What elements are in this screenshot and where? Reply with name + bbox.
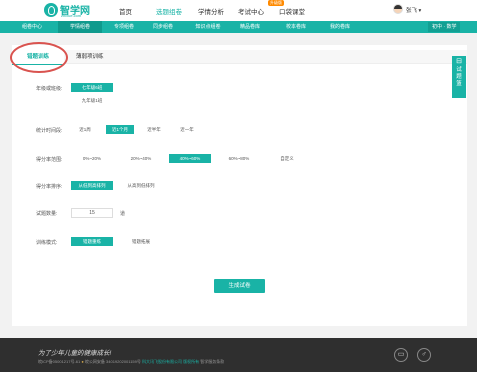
class-label: 年级或班级: xyxy=(36,86,63,92)
subnav-item-premium[interactable]: 精品卷库 xyxy=(232,21,268,33)
sort-option-ascending[interactable]: 从低到高排列 xyxy=(71,181,113,190)
score-option-0-20[interactable]: 0%~20% xyxy=(71,154,113,163)
score-option-40-60[interactable]: 40%~60% xyxy=(169,154,211,163)
sub-navbar: 组卷中心 学情组卷 专项组卷 同步组卷 知识点组卷 精品卷库 校本卷库 我的卷库… xyxy=(0,21,477,33)
footer-info: 皖ICP备05001217号-61 ● 皖公网安备 34019202001159… xyxy=(38,359,224,365)
company-copyright[interactable]: 科大讯飞股份有限公司 版权所有 xyxy=(142,359,199,364)
username-text: 张飞 xyxy=(406,8,418,14)
tab-weak-item-training[interactable]: 薄弱项训练 xyxy=(76,50,104,64)
avatar[interactable] xyxy=(393,4,403,14)
nav-select-questions[interactable]: 选题组卷 xyxy=(156,6,182,16)
service-terms-link[interactable]: 智学服务条款 xyxy=(200,359,224,364)
tab-wrong-question-training[interactable]: 错题训练 xyxy=(12,50,64,65)
subnav-item-mine[interactable]: 我的卷库 xyxy=(322,21,358,33)
score-label: 得分率范围: xyxy=(36,157,63,163)
time-option-half-year[interactable]: 近半年 xyxy=(140,125,168,134)
username[interactable]: 张飞 ▾ xyxy=(406,6,421,14)
police-record: 皖公网安备 34019202001159号 xyxy=(84,359,141,364)
class-option-1[interactable]: 七年级6班 xyxy=(71,83,113,92)
subnav-item-school[interactable]: 校本卷库 xyxy=(278,21,314,33)
subnav-item-center[interactable]: 组卷中心 xyxy=(14,21,50,33)
footer-slogan: 为了少年儿童的健康成长! xyxy=(38,350,112,357)
subnav-item-knowledge[interactable]: 知识点组卷 xyxy=(188,21,228,33)
generate-paper-button[interactable]: 生成试卷 xyxy=(214,279,265,293)
question-count-input[interactable]: 15 xyxy=(71,208,113,218)
top-navbar: 智学网 zhixue.com 首页 选题组卷 学情分析 考试中心 口袋课堂 升级… xyxy=(0,0,477,21)
weibo-icon[interactable]: ♂ xyxy=(417,348,431,362)
logo-icon xyxy=(44,3,58,17)
nav-analysis[interactable]: 学情分析 xyxy=(198,6,224,16)
class-option-2[interactable]: 九年级1班 xyxy=(71,96,113,105)
score-option-20-40[interactable]: 20%~40% xyxy=(120,154,162,163)
sort-label: 得分率排序: xyxy=(36,184,63,190)
time-label: 统计时间段: xyxy=(36,128,63,134)
chat-icon[interactable]: ▭ xyxy=(394,348,408,362)
mode-label: 训练模式: xyxy=(36,240,58,246)
basket-icon: ⊟ xyxy=(456,58,462,65)
logo[interactable]: 智学网 zhixue.com xyxy=(44,2,98,20)
subnav-item-learning[interactable]: 学情组卷 xyxy=(58,21,102,33)
footer: 为了少年儿童的健康成长! 皖ICP备05001217号-61 ● 皖公网安备 3… xyxy=(0,338,477,372)
icp-number: 皖ICP备05001217号-61 xyxy=(38,359,81,364)
logo-subtitle: zhixue.com xyxy=(61,13,82,18)
shield-icon: ● xyxy=(81,359,84,364)
nav-exam-center[interactable]: 考试中心 xyxy=(238,6,264,16)
count-unit: 道 xyxy=(120,211,126,217)
time-option-week[interactable]: 近1周 xyxy=(71,125,99,134)
upgrade-badge: 升级版 xyxy=(268,0,284,6)
nav-pocket-class[interactable]: 口袋课堂 xyxy=(279,6,305,16)
sort-option-descending[interactable]: 从高到低排列 xyxy=(120,181,162,190)
subnav-item-sync[interactable]: 同步组卷 xyxy=(145,21,181,33)
mode-option-retry[interactable]: 错题重练 xyxy=(71,237,113,246)
time-option-month[interactable]: 近1个月 xyxy=(106,125,134,134)
tab-bar: 错题训练 薄弱项训练 xyxy=(12,50,467,65)
grade-subject-select[interactable]: 初中 · 数学 xyxy=(428,22,461,32)
score-option-60-80[interactable]: 60%~80% xyxy=(218,154,260,163)
question-basket-tab[interactable]: ⊟ 试题篮 xyxy=(452,56,466,98)
question-basket-label: 试题篮 xyxy=(456,67,462,87)
time-option-year[interactable]: 近一年 xyxy=(173,125,201,134)
subnav-item-special[interactable]: 专项组卷 xyxy=(106,21,142,33)
score-option-custom[interactable]: 自定义 xyxy=(266,154,308,163)
mode-option-extend[interactable]: 错题拓展 xyxy=(120,237,162,246)
nav-home[interactable]: 首页 xyxy=(119,6,132,16)
count-label: 试题数量: xyxy=(36,211,58,217)
